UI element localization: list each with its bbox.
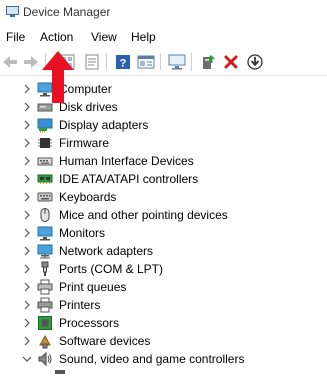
tree-item-label: Network adapters [59,244,154,258]
toolbar-separator [191,53,192,71]
toolbar-separator [106,53,107,71]
update-driver-icon[interactable] [199,53,217,71]
device-manager-icon [6,6,19,17]
chevron-right-icon[interactable] [22,299,32,311]
forward-icon[interactable] [22,53,40,71]
annotation-arrow-icon [42,51,74,103]
menu-action[interactable]: Action [40,30,73,44]
download-icon[interactable] [246,53,264,71]
ide-controller-icon [37,174,53,184]
toolbar-separator [160,53,161,71]
chevron-right-icon[interactable] [22,101,32,113]
svg-text:?: ? [120,58,127,70]
tree-item-label: Print queues [59,280,127,294]
tree-item-mice[interactable]: Mice and other pointing devices [0,206,327,224]
tree-item-label: Printers [59,298,101,312]
tree-item-label: Monitors [59,226,106,240]
tree-item-ide-controllers[interactable]: IDE ATA/ATAPI controllers [0,170,327,188]
tree-item-network-adapters[interactable]: Network adapters [0,242,327,260]
tree-item-sound-video-game[interactable]: Sound, video and game controllers [0,350,327,368]
display-adapter-icon [37,118,53,133]
sound-icon [38,351,52,367]
tree-item-label: IDE ATA/ATAPI controllers [59,172,199,186]
window-title: Device Manager [23,5,111,19]
hid-icon [37,157,53,166]
help-icon[interactable]: ? [114,53,132,71]
menu-help[interactable]: Help [131,30,156,44]
chevron-right-icon[interactable] [22,245,32,257]
tree-item-hid[interactable]: Human Interface Devices [0,152,327,170]
tree-item-keyboards[interactable]: Keyboards [0,188,327,206]
monitor-icon [37,226,53,241]
chevron-right-icon[interactable] [22,335,32,347]
tree-item-display-adapters[interactable]: Display adapters [0,116,327,134]
chevron-right-icon[interactable] [22,317,32,329]
view-icon[interactable] [137,53,155,71]
menu-bar: File Action View Help [0,27,327,47]
menu-file[interactable]: File [6,30,25,44]
tree-item-label: Ports (COM & LPT) [59,262,164,276]
tree-item-label: Software devices [59,334,151,348]
processor-icon [38,316,52,330]
tree-item-label: Sound, video and game controllers [59,352,245,366]
monitor-icon[interactable] [168,53,186,71]
properties-icon[interactable] [83,53,101,71]
chevron-right-icon[interactable] [22,137,32,149]
tree-item-label: Mice and other pointing devices [59,208,228,222]
print-queue-icon [37,279,53,295]
tree-item-print-queues[interactable]: Print queues [0,278,327,296]
tree-item-printers[interactable]: Printers [0,296,327,314]
mouse-icon [40,208,50,222]
chevron-right-icon[interactable] [22,281,32,293]
chevron-right-icon[interactable] [22,173,32,185]
tree-item-firmware[interactable]: Firmware [0,134,327,152]
back-icon[interactable] [1,53,19,71]
firmware-icon [38,138,52,148]
chevron-right-icon[interactable] [22,119,32,131]
sound-device-icon [55,370,65,374]
chevron-right-icon[interactable] [22,155,32,167]
chevron-right-icon[interactable] [22,83,32,95]
tree-item-label: Keyboards [59,190,117,204]
tree-item-label: Display adapters [59,118,149,132]
tree-item-label: Processors [59,316,120,330]
port-icon [41,261,49,276]
printer-icon [37,297,53,313]
chevron-right-icon[interactable] [22,191,32,203]
tree-item-software-devices[interactable]: Software devices [0,332,327,350]
tree-item-ports[interactable]: Ports (COM & LPT) [0,260,327,278]
tree-item-label: Human Interface Devices [59,154,194,168]
chevron-right-icon[interactable] [22,209,32,221]
uninstall-icon[interactable] [222,53,240,71]
title-bar: Device Manager [0,0,327,26]
software-device-icon [39,334,51,349]
chevron-right-icon[interactable] [22,263,32,275]
chevron-down-icon[interactable] [22,353,32,365]
chevron-right-icon[interactable] [22,227,32,239]
tree-item-monitors[interactable]: Monitors [0,224,327,242]
menu-view[interactable]: View [91,30,117,44]
keyboard-icon [37,192,53,202]
network-adapter-icon [37,244,53,259]
tree-item-processors[interactable]: Processors [0,314,327,332]
tree-item-label: Firmware [59,136,109,150]
